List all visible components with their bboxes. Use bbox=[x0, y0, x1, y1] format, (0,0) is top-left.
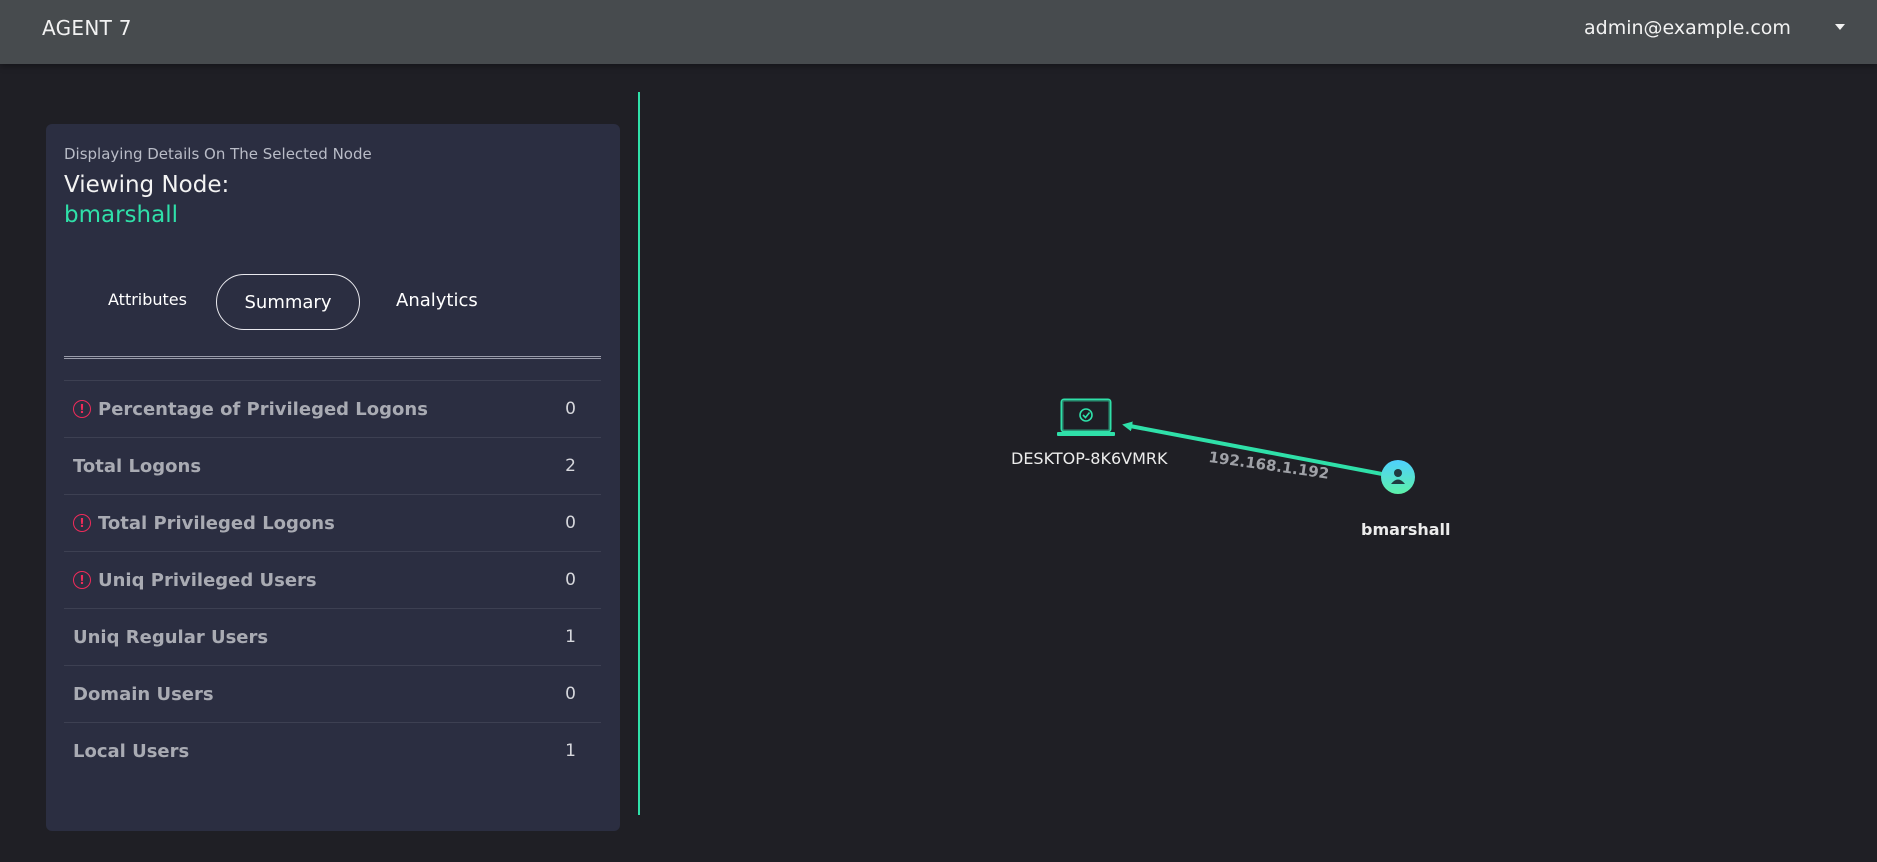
stat-row-total-privileged-logons: ! Total Privileged Logons 0 bbox=[64, 494, 601, 551]
exclamation-circle-icon: ! bbox=[73, 514, 91, 532]
stat-label: Uniq Privileged Users bbox=[98, 569, 317, 591]
stat-row-uniq-privileged-users: ! Uniq Privileged Users 0 bbox=[64, 551, 601, 608]
graph-node-label-desktop[interactable]: DESKTOP-8K6VMRK bbox=[1011, 449, 1167, 468]
panel-heading: Viewing Node: bbox=[64, 172, 230, 198]
tab-underline bbox=[64, 356, 601, 359]
stat-value: 0 bbox=[565, 399, 576, 419]
stat-row-uniq-regular-users: Uniq Regular Users 1 bbox=[64, 608, 601, 665]
user-icon[interactable] bbox=[1381, 460, 1415, 494]
stat-row-total-logons: Total Logons 2 bbox=[64, 437, 601, 494]
user-menu-email[interactable]: admin@example.com bbox=[1584, 17, 1791, 39]
top-bar: AGENT 7 admin@example.com bbox=[0, 0, 1877, 64]
tab-summary[interactable]: Summary bbox=[216, 274, 360, 330]
stat-label: Domain Users bbox=[73, 683, 214, 705]
tab-analytics[interactable]: Analytics bbox=[396, 290, 478, 311]
exclamation-circle-icon: ! bbox=[73, 571, 91, 589]
laptop-check-icon[interactable] bbox=[1057, 398, 1115, 436]
caret-down-icon[interactable] bbox=[1835, 24, 1845, 30]
exclamation-circle-icon: ! bbox=[73, 400, 91, 418]
stat-value: 0 bbox=[565, 513, 576, 533]
stat-value: 1 bbox=[565, 627, 576, 647]
stat-row-local-users: Local Users 1 bbox=[64, 722, 601, 779]
selected-node-name: bmarshall bbox=[64, 202, 178, 228]
summary-stats-list: ! Percentage of Privileged Logons 0 Tota… bbox=[64, 380, 601, 779]
stat-label: Total Logons bbox=[73, 455, 202, 477]
stat-value: 1 bbox=[565, 741, 576, 761]
stat-value: 0 bbox=[565, 570, 576, 590]
network-graph-canvas[interactable]: DESKTOP-8K6VMRK bmarshall 192.168.1.192 bbox=[640, 64, 1877, 858]
graph-node-label-user[interactable]: bmarshall bbox=[1361, 520, 1451, 539]
stat-row-percentage-privileged-logons: ! Percentage of Privileged Logons 0 bbox=[64, 380, 601, 437]
stat-value: 2 bbox=[565, 456, 576, 476]
stat-label: Uniq Regular Users bbox=[73, 626, 269, 648]
node-details-panel: Displaying Details On The Selected Node … bbox=[46, 124, 620, 831]
panel-caption: Displaying Details On The Selected Node bbox=[64, 145, 372, 163]
stat-value: 0 bbox=[565, 684, 576, 704]
stat-label: Total Privileged Logons bbox=[98, 512, 335, 534]
tab-attributes[interactable]: Attributes bbox=[108, 290, 187, 309]
stat-label: Local Users bbox=[73, 740, 190, 762]
stat-row-domain-users: Domain Users 0 bbox=[64, 665, 601, 722]
stat-label: Percentage of Privileged Logons bbox=[98, 398, 428, 420]
app-brand[interactable]: AGENT 7 bbox=[42, 16, 132, 40]
